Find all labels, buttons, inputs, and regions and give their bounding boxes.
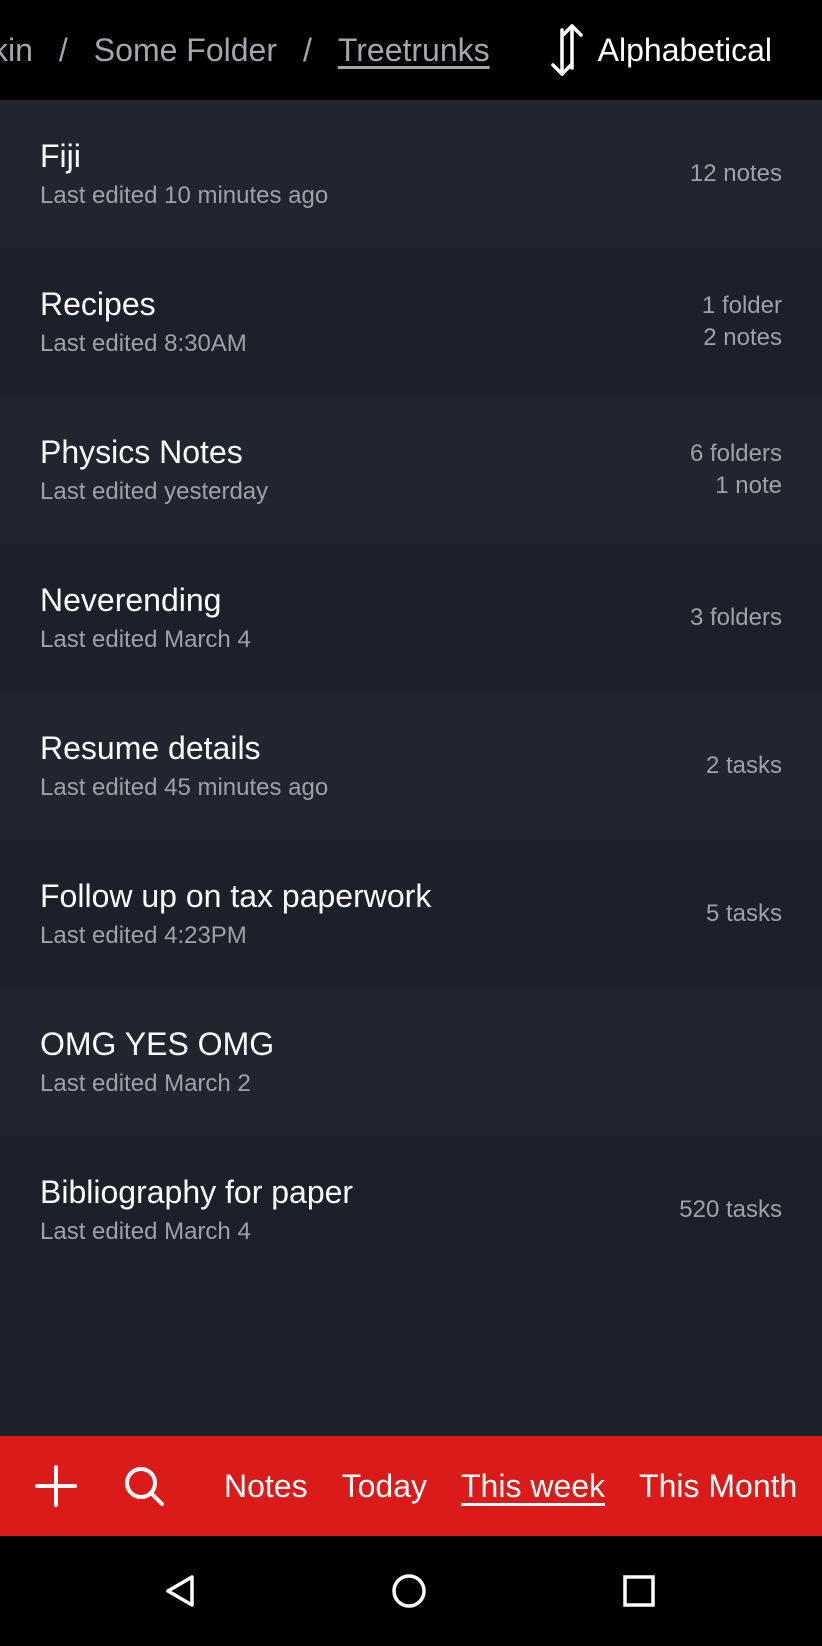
item-count: 2 tasks — [705, 752, 782, 779]
item-counts: 1 folder 2 notes — [702, 248, 782, 396]
sort-arrows-icon — [550, 24, 583, 76]
item-last-edited: Last edited 8:30AM — [40, 330, 247, 357]
recents-square-icon — [623, 1575, 655, 1607]
list-item[interactable]: Fiji Last edited 10 minutes ago 12 notes — [0, 100, 822, 248]
system-nav-bar — [0, 1536, 822, 1646]
tab-today[interactable]: Today — [342, 1468, 427, 1505]
item-last-edited: Last edited March 4 — [40, 1218, 251, 1245]
item-title: Follow up on tax paperwork — [40, 878, 432, 914]
home-circle-icon — [392, 1574, 426, 1608]
plus-icon — [35, 1465, 77, 1507]
back-button[interactable] — [140, 1536, 220, 1646]
tab-notes[interactable]: Notes — [224, 1468, 308, 1505]
breadcrumb-item-current[interactable]: Treetrunks — [338, 32, 490, 69]
item-title: Neverending — [40, 582, 222, 618]
item-counts: 2 tasks — [706, 692, 782, 840]
list-item[interactable]: Follow up on tax paperwork Last edited 4… — [0, 840, 822, 988]
top-bar: kin / Some Folder / Treetrunks Alphabeti… — [0, 0, 822, 100]
breadcrumb-separator: / — [58, 31, 68, 68]
list-item[interactable]: Resume details Last edited 45 minutes ag… — [0, 692, 822, 840]
item-count: 1 note — [715, 472, 782, 499]
item-count: 5 tasks — [705, 900, 782, 927]
recents-button[interactable] — [599, 1536, 679, 1646]
home-button[interactable] — [369, 1536, 449, 1646]
item-count: 6 folders — [689, 440, 782, 467]
item-last-edited: Last edited 45 minutes ago — [40, 774, 329, 801]
item-last-edited: Last edited yesterday — [40, 478, 269, 505]
item-count: 2 notes — [703, 324, 782, 351]
item-counts: 3 folders — [690, 544, 782, 692]
list-item[interactable]: Bibliography for paper Last edited March… — [0, 1136, 822, 1284]
back-triangle-icon — [166, 1575, 194, 1607]
breadcrumb-item-kin[interactable]: kin — [0, 32, 33, 69]
item-last-edited: Last edited 10 minutes ago — [40, 182, 329, 209]
item-counts: 6 folders 1 note — [690, 396, 782, 544]
tab-this-week[interactable]: This week — [461, 1468, 605, 1505]
item-last-edited: Last edited March 2 — [40, 1070, 251, 1097]
item-count: 1 folder — [701, 292, 782, 319]
item-title: Recipes — [40, 286, 156, 322]
item-title: Fiji — [40, 138, 81, 174]
item-counts: 5 tasks — [706, 840, 782, 988]
list-item[interactable]: OMG YES OMG Last edited March 2 — [0, 988, 822, 1136]
sort-label: Alphabetical — [597, 31, 772, 68]
item-last-edited: Last edited March 4 — [40, 626, 251, 653]
item-count: 12 notes — [689, 160, 782, 187]
breadcrumb-separator: / — [302, 31, 312, 68]
breadcrumb-item-some-folder[interactable]: Some Folder — [94, 32, 277, 69]
search-button[interactable] — [122, 1464, 166, 1508]
bottom-bar: Notes Today This week This Month — [0, 1436, 822, 1536]
item-count: 3 folders — [689, 604, 782, 631]
item-counts: 12 notes — [690, 100, 782, 248]
search-icon — [125, 1467, 164, 1506]
item-counts: 520 tasks — [679, 1136, 782, 1284]
item-title: Resume details — [40, 730, 261, 766]
item-count: 520 tasks — [679, 1196, 782, 1223]
breadcrumb: kin / Some Folder / Treetrunks — [0, 0, 490, 100]
tab-this-month[interactable]: This Month — [639, 1468, 797, 1505]
item-title: Physics Notes — [40, 434, 243, 470]
item-last-edited: Last edited 4:23PM — [40, 922, 247, 949]
item-title: OMG YES OMG — [40, 1026, 275, 1062]
list-item[interactable]: Recipes Last edited 8:30AM 1 folder 2 no… — [0, 248, 822, 396]
sort-button[interactable]: Alphabetical — [550, 0, 772, 100]
list-item[interactable]: Neverending Last edited March 4 3 folder… — [0, 544, 822, 692]
item-title: Bibliography for paper — [40, 1174, 354, 1210]
add-button[interactable] — [34, 1464, 78, 1508]
list-item[interactable]: Physics Notes Last edited yesterday 6 fo… — [0, 396, 822, 544]
app-screen: kin / Some Folder / Treetrunks Alphabeti… — [0, 0, 822, 1646]
item-list: Fiji Last edited 10 minutes ago 12 notes… — [0, 100, 822, 1284]
